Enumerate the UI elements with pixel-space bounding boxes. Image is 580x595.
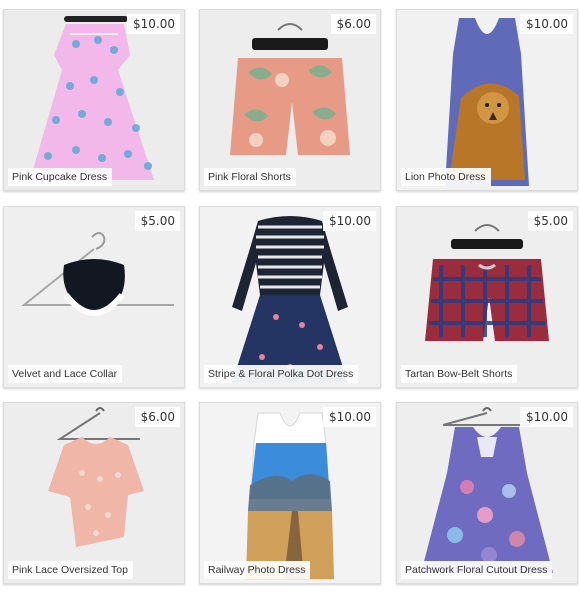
floral-shorts-icon (200, 10, 380, 190)
product-card-pink-lace-oversized-top[interactable]: $6.00 Pink Lace Oversized Top (3, 402, 185, 584)
patchwork-dress-icon (397, 403, 577, 583)
product-title: Stripe & Floral Polka Dot Dress (204, 365, 359, 383)
product-title: Lion Photo Dress (401, 168, 491, 186)
product-card-railway-photo-dress[interactable]: $10.00 Railway Photo Dress (199, 402, 381, 584)
product-title: Railway Photo Dress (204, 561, 311, 579)
product-card-pink-floral-shorts[interactable]: $6.00 Pink Floral Shorts (199, 9, 381, 191)
tartan-shorts-icon (397, 207, 577, 387)
product-card-tartan-bow-belt-shorts[interactable]: $5.00 Tartan Bow-Belt Shorts (396, 206, 578, 388)
product-card-patchwork-floral-cutout-dress[interactable]: $10.00 Patchwork Floral Cutout Dress (396, 402, 578, 584)
railway-dress-icon (200, 403, 380, 583)
product-title: Pink Lace Oversized Top (8, 561, 133, 579)
product-card-velvet-and-lace-collar[interactable]: $5.00 Velvet and Lace Collar (3, 206, 185, 388)
collar-icon (4, 207, 184, 387)
product-title: Velvet and Lace Collar (8, 365, 123, 383)
lace-top-icon (4, 403, 184, 583)
price-label: $5.00 (527, 211, 573, 231)
product-title: Pink Cupcake Dress (8, 168, 113, 186)
product-title: Patchwork Floral Cutout Dress (401, 561, 553, 579)
lion-dress-icon (397, 10, 577, 190)
price-label: $6.00 (330, 14, 376, 34)
price-label: $10.00 (323, 211, 376, 231)
product-title: Pink Floral Shorts (204, 168, 296, 186)
price-label: $5.00 (134, 211, 180, 231)
product-card-lion-photo-dress[interactable]: $10.00 Lion Photo Dress (396, 9, 578, 191)
price-label: $6.00 (134, 407, 180, 427)
price-label: $10.00 (127, 14, 180, 34)
stripe-dress-icon (200, 207, 380, 387)
product-card-stripe-floral-polka-dot-dress[interactable]: $10.00 Stripe & Floral Polka Dot Dress (199, 206, 381, 388)
product-title: Tartan Bow-Belt Shorts (401, 365, 518, 383)
price-label: $10.00 (520, 14, 573, 34)
price-label: $10.00 (323, 407, 376, 427)
price-label: $10.00 (520, 407, 573, 427)
pink-dress-icon (4, 10, 184, 190)
product-card-pink-cupcake-dress[interactable]: $10.00 Pink Cupcake Dress (3, 9, 185, 191)
